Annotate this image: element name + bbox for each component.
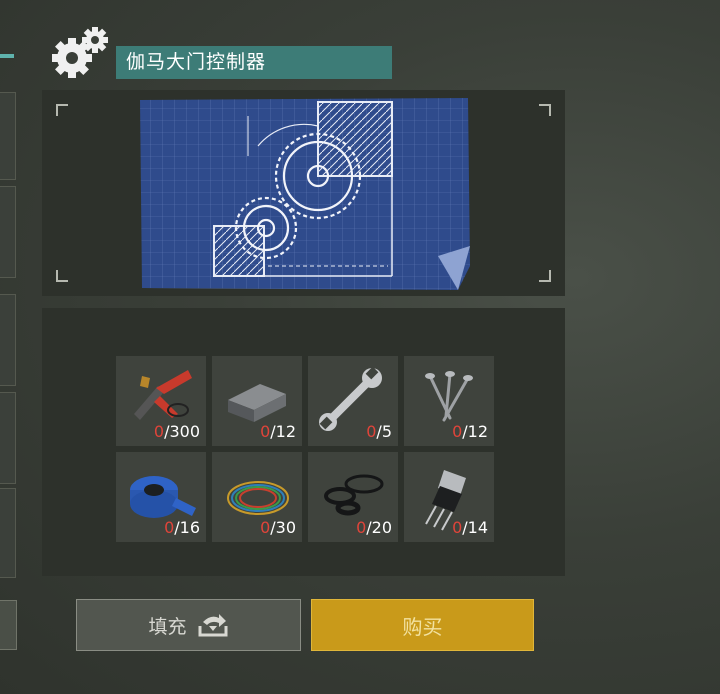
gears-icon — [50, 26, 110, 80]
material-slot[interactable]: 0/5 — [308, 356, 398, 446]
material-slot[interactable]: 0/30 — [212, 452, 302, 542]
blueprint-gears-image — [140, 98, 470, 290]
fill-button-label: 填充 — [148, 615, 187, 638]
left-slot-4[interactable] — [0, 392, 16, 484]
material-slot[interactable]: 0/12 — [404, 356, 494, 446]
left-button[interactable] — [0, 600, 17, 650]
material-count: 0/20 — [356, 518, 392, 537]
material-count: 0/30 — [260, 518, 296, 537]
material-slot[interactable]: 0/12 — [212, 356, 302, 446]
item-title: 伽马大门控制器 — [116, 46, 392, 79]
frame-corner — [539, 270, 551, 282]
left-accent-bar — [0, 54, 14, 58]
material-count: 0/12 — [452, 422, 488, 441]
left-slot-5[interactable] — [0, 488, 16, 578]
material-count: 0/16 — [164, 518, 200, 537]
fill-button[interactable]: 填充 — [76, 599, 301, 651]
material-slot[interactable]: 0/16 — [116, 452, 206, 542]
frame-corner — [56, 104, 68, 116]
buy-button-label: 购买 — [402, 614, 443, 639]
materials-panel: 0/300 0/12 0/5 0/12 0/16 0/30 0/20 0/14 — [42, 308, 565, 576]
material-count: 0/5 — [366, 422, 392, 441]
frame-corner — [56, 270, 68, 282]
buy-button[interactable]: 购买 — [311, 599, 534, 651]
material-count: 0/14 — [452, 518, 488, 537]
material-count: 0/12 — [260, 422, 296, 441]
material-count: 0/300 — [153, 422, 200, 441]
material-slot[interactable]: 0/20 — [308, 452, 398, 542]
left-slot-2[interactable] — [0, 186, 16, 278]
frame-corner — [539, 104, 551, 116]
material-slot[interactable]: 0/300 — [116, 356, 206, 446]
left-slot-3[interactable] — [0, 294, 16, 386]
fill-transfer-icon — [198, 614, 227, 637]
left-slot-1[interactable] — [0, 92, 16, 180]
material-slot[interactable]: 0/14 — [404, 452, 494, 542]
blueprint-panel — [42, 90, 565, 296]
